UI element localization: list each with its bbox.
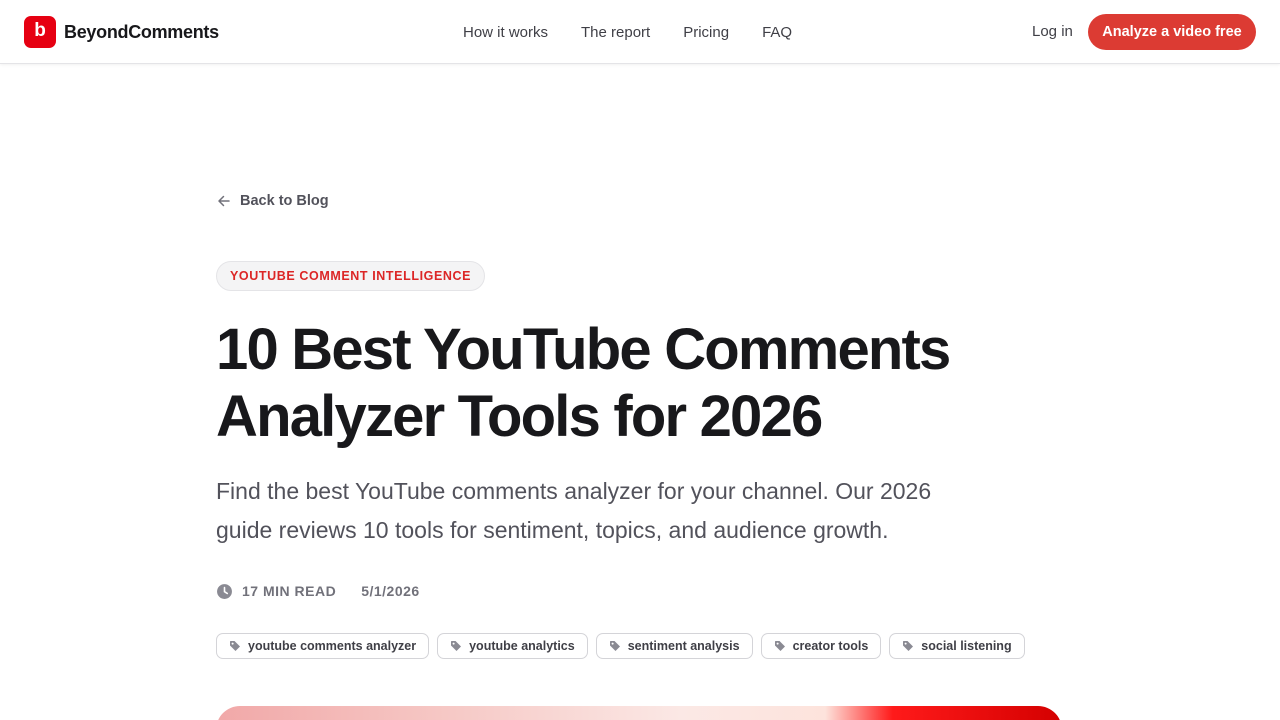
arrow-left-icon [218, 195, 230, 207]
tag-sentiment-analysis[interactable]: sentiment analysis [595, 633, 753, 659]
logo-mark-icon: b [24, 16, 56, 48]
tag-label: sentiment analysis [627, 639, 740, 653]
tag-list: youtube comments analyzer youtube analyt… [216, 633, 1033, 659]
tag-label: youtube analytics [469, 639, 575, 653]
hero-image [216, 706, 1062, 720]
tag-label: social listening [921, 639, 1012, 653]
tag-youtube-comments-analyzer[interactable]: youtube comments analyzer [216, 633, 430, 659]
tag-social-listening[interactable]: social listening [889, 633, 1025, 659]
article-title: 10 Best YouTube Comments Analyzer Tools … [216, 316, 1076, 450]
nav-item-the-report[interactable]: The report [581, 24, 650, 41]
read-time: 17 MIN READ [242, 583, 337, 599]
article-title-line-2: Analyzer Tools for 2026 [216, 384, 823, 449]
nav-item-pricing[interactable]: Pricing [683, 24, 729, 41]
tag-icon [774, 641, 785, 651]
analyze-video-button[interactable]: Analyze a video free [1088, 14, 1256, 50]
main-nav: How it works The report Pricing FAQ [463, 0, 792, 64]
tag-icon [230, 641, 240, 651]
article-subtitle: Find the best YouTube comments analyzer … [216, 478, 932, 543]
brand-logo[interactable]: b BeyondComments [24, 16, 219, 48]
brand-name: BeyondComments [64, 21, 219, 42]
tag-icon [451, 641, 462, 651]
tag-icon [609, 641, 620, 651]
back-to-blog-link[interactable]: Back to Blog [216, 193, 329, 209]
tag-creator-tools[interactable]: creator tools [760, 633, 882, 659]
article-meta: 17 MIN READ 5/1/2026 [216, 581, 420, 601]
login-link[interactable]: Log in [1032, 23, 1073, 40]
clock-icon [217, 583, 232, 599]
nav-item-faq[interactable]: FAQ [762, 24, 792, 41]
tag-label: youtube comments analyzer [248, 639, 417, 653]
publish-date: 5/1/2026 [361, 583, 420, 599]
tag-icon [903, 641, 914, 651]
tag-label: creator tools [792, 639, 869, 653]
tag-youtube-analytics[interactable]: youtube analytics [437, 633, 588, 659]
category-badge: YOUTUBE COMMENT INTELLIGENCE [216, 261, 486, 291]
back-to-blog-label: Back to Blog [240, 193, 329, 209]
site-header: b BeyondComments How it works The report… [0, 0, 1280, 64]
article-title-line-1: 10 Best YouTube Comments [216, 317, 951, 382]
nav-item-how-it-works[interactable]: How it works [463, 24, 548, 41]
